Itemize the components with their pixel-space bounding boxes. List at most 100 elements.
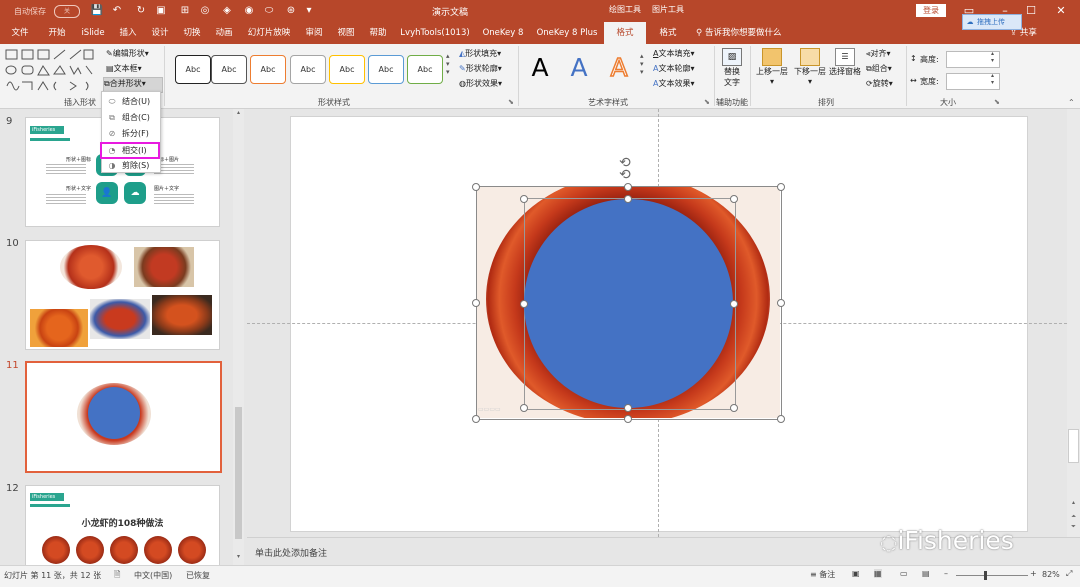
quick-access-icon[interactable]: ⊞ (178, 4, 192, 18)
tab-file[interactable]: 文件 (4, 22, 36, 44)
shape-style-1[interactable]: Abc (175, 55, 211, 84)
scroll-up-icon[interactable]: ▴ (1067, 499, 1080, 506)
resize-handle[interactable] (624, 195, 632, 203)
prev-slide-icon[interactable]: ⏶ (1067, 513, 1080, 521)
shape-style-7[interactable]: Abc (407, 55, 443, 84)
login-button[interactable]: 登录 (916, 4, 946, 17)
slide-thumbnail-10[interactable] (25, 240, 220, 350)
tab-format-drawing[interactable]: 格式 (604, 22, 646, 44)
send-backward-button[interactable]: 下移一层 ▾ (792, 48, 828, 94)
quick-access-icon[interactable]: ◈ (220, 4, 234, 18)
customize-toolbar-icon[interactable]: ▾ (302, 4, 316, 18)
wordart-style-blue[interactable]: A (566, 52, 592, 84)
tab-format-picture[interactable]: 格式 (648, 22, 688, 44)
slideshow-view-icon[interactable]: ▤ (922, 569, 930, 578)
rotate-handle-icon[interactable]: ⟲ (619, 168, 631, 182)
close-icon[interactable]: ✕ (1050, 3, 1072, 19)
alt-text-button[interactable]: ▨ 替换 文字 (719, 48, 745, 94)
dialog-launcher-icon[interactable]: ⬊ (704, 98, 710, 106)
tab-view[interactable]: 视图 (330, 22, 362, 44)
shape-style-3[interactable]: Abc (250, 55, 286, 84)
maximize-icon[interactable]: ☐ (1020, 3, 1042, 19)
start-slideshow-icon[interactable]: ▣ (154, 4, 168, 18)
gallery-more-icon[interactable]: ▴ ▾ ▾ (640, 52, 644, 76)
quick-access-icon[interactable]: ◉ (242, 4, 256, 18)
tab-slideshow[interactable]: 幻灯片放映 (240, 22, 298, 44)
tab-animations[interactable]: 动画 (208, 22, 240, 44)
quick-access-icon[interactable]: ◎ (198, 4, 212, 18)
zoom-slider-thumb[interactable] (984, 571, 987, 580)
resize-handle[interactable] (472, 183, 480, 191)
tab-onekey8plus[interactable]: OneKey 8 Plus (532, 22, 602, 44)
shape-fill-button[interactable]: ◭形状填充▾ (459, 48, 519, 61)
thumbnail-scrollbar[interactable]: ▴ ▾ (233, 109, 244, 565)
zoom-out-icon[interactable]: – (944, 569, 948, 578)
save-icon[interactable]: 💾 (90, 4, 104, 18)
tab-transitions[interactable]: 切换 (176, 22, 208, 44)
height-spinner[interactable]: ▴ ▾ (991, 50, 994, 64)
next-slide-icon[interactable]: ⏷ (1067, 523, 1080, 531)
shape-style-2[interactable]: Abc (211, 55, 247, 84)
resize-handle[interactable] (777, 415, 785, 423)
menu-item-subtract[interactable]: ◑ 剪除(S) (102, 158, 160, 173)
resize-handle[interactable] (520, 300, 528, 308)
menu-item-fragment[interactable]: ⊘ 拆分(F) (102, 126, 160, 141)
resize-handle[interactable] (730, 300, 738, 308)
scroll-up-icon[interactable]: ▴ (233, 109, 244, 116)
align-button[interactable]: ⫷对齐▾ (866, 48, 906, 61)
autosave-toggle[interactable]: 关 (54, 5, 80, 18)
notes-toggle[interactable]: ≡ 备注 (810, 569, 835, 580)
text-fill-button[interactable]: A文本填充▾ (653, 48, 713, 61)
tab-onekey8[interactable]: OneKey 8 (478, 22, 528, 44)
shapes-gallery[interactable] (4, 48, 96, 94)
slide-thumbnail-11[interactable] (25, 361, 222, 473)
tab-review[interactable]: 审阅 (298, 22, 330, 44)
tab-islide[interactable]: iSlide (76, 22, 110, 44)
language-indicator[interactable]: 中文(中国) (134, 570, 172, 581)
undo-icon[interactable]: ↶ (110, 4, 124, 18)
resize-handle[interactable] (624, 404, 632, 412)
fit-slide-icon[interactable]: ⤢ (1066, 569, 1072, 579)
edit-shape-button[interactable]: ✎编辑形状▾ (106, 48, 166, 61)
dialog-launcher-icon[interactable]: ⬊ (994, 98, 1000, 106)
resize-handle[interactable] (730, 404, 738, 412)
resize-handle[interactable] (730, 195, 738, 203)
selection-pane-button[interactable]: ☰ 选择窗格 (828, 48, 862, 94)
resize-handle[interactable] (624, 415, 632, 423)
dialog-launcher-icon[interactable]: ⬊ (508, 98, 514, 106)
resize-handle[interactable] (472, 299, 480, 307)
zoom-level[interactable]: 82% (1042, 570, 1060, 579)
resize-handle[interactable] (520, 195, 528, 203)
tab-design[interactable]: 设计 (144, 22, 176, 44)
tab-lvyhtools[interactable]: LvyhTools(1013) (396, 22, 474, 44)
shape-outline-button[interactable]: ✎形状轮廓▾ (459, 63, 519, 76)
text-box-button[interactable]: ▤文本框▾ (106, 63, 156, 76)
wordart-style-orange[interactable]: A (606, 52, 632, 84)
text-outline-button[interactable]: A文本轮廓▾ (653, 63, 713, 76)
quick-access-icon[interactable]: ⬭ (262, 4, 276, 18)
resize-handle[interactable] (777, 183, 785, 191)
shape-style-5[interactable]: Abc (329, 55, 365, 84)
resize-handle[interactable] (624, 183, 632, 191)
shape-style-6[interactable]: Abc (368, 55, 404, 84)
resize-handle[interactable] (777, 299, 785, 307)
menu-item-intersect[interactable]: ◔ 相交(I) (100, 142, 160, 159)
editor-scrollbar[interactable]: ▴ ⏶ ⏷ (1067, 109, 1080, 537)
scrollbar-thumb[interactable] (235, 407, 242, 539)
width-spinner[interactable]: ▴ ▾ (991, 72, 994, 86)
shape-effects-button[interactable]: ◍形状效果▾ (459, 78, 519, 91)
resize-handle[interactable] (472, 415, 480, 423)
bring-forward-button[interactable]: 上移一层 ▾ (754, 48, 790, 94)
normal-view-icon[interactable]: ▣ (852, 569, 860, 578)
shape-style-4[interactable]: Abc (290, 55, 326, 84)
upload-widget[interactable]: ☁ 拖拽上传 (962, 14, 1022, 30)
spellcheck-icon[interactable]: 🗎 (114, 569, 120, 583)
zoom-slider[interactable] (956, 575, 1028, 576)
menu-item-union[interactable]: ⬭ 结合(U) (102, 94, 160, 109)
scrollbar-thumb[interactable] (1068, 429, 1079, 463)
redo-icon[interactable]: ↻ (134, 4, 148, 18)
tab-home[interactable]: 开始 (40, 22, 74, 44)
menu-item-combine[interactable]: ⧉ 组合(C) (102, 110, 160, 125)
resize-handle[interactable] (520, 404, 528, 412)
gallery-more-icon[interactable]: ▴ ▾ ▾ (446, 52, 450, 76)
